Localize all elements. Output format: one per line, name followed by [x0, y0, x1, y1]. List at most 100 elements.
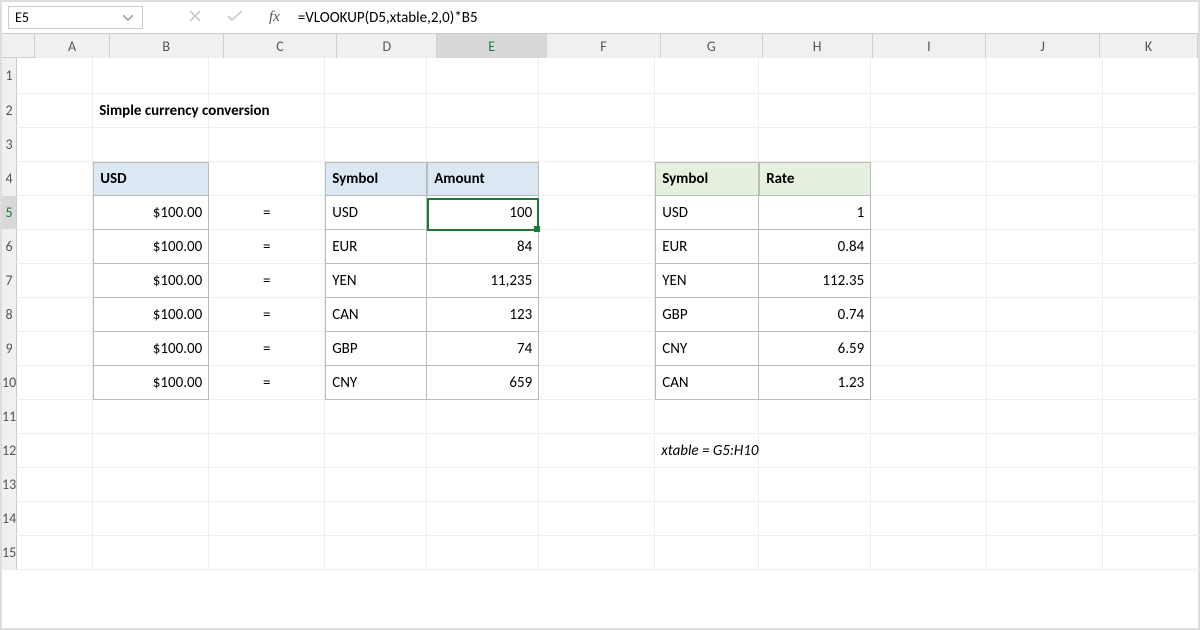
cell-J8[interactable] — [987, 298, 1103, 332]
row-header-7[interactable]: 7 — [2, 264, 17, 298]
cell-H14[interactable] — [759, 502, 871, 536]
row-header-2[interactable]: 2 — [2, 94, 17, 128]
cell-F13[interactable] — [539, 468, 655, 502]
cell-D13[interactable] — [325, 468, 427, 502]
cell-J14[interactable] — [987, 502, 1103, 536]
cell-A3[interactable] — [17, 128, 93, 162]
cell-A12[interactable] — [17, 434, 93, 468]
cell-I8[interactable] — [871, 298, 987, 332]
cell-J2[interactable] — [987, 94, 1103, 128]
cell-F10[interactable] — [539, 366, 655, 400]
cell-K14[interactable] — [1103, 502, 1200, 536]
cell-A13[interactable] — [17, 468, 93, 502]
cell-J1[interactable] — [987, 58, 1103, 94]
cells-area[interactable]: Simple currency conversion — [17, 58, 1200, 570]
cell-K8[interactable] — [1103, 298, 1200, 332]
cell-A8[interactable] — [17, 298, 93, 332]
row-header-9[interactable]: 9 — [2, 332, 17, 366]
cell-H3[interactable] — [759, 128, 871, 162]
conv-sym-6[interactable]: EUR — [325, 230, 427, 264]
cell-G11[interactable] — [655, 400, 759, 434]
col-header-F[interactable]: F — [547, 34, 661, 58]
cell-A9[interactable] — [17, 332, 93, 366]
cell-F15[interactable] — [539, 536, 655, 570]
rate-val-9[interactable]: 6.59 — [759, 332, 871, 366]
cell-J9[interactable] — [987, 332, 1103, 366]
cell-B14[interactable] — [93, 502, 209, 536]
rate-val-7[interactable]: 112.35 — [759, 264, 871, 298]
cell-K3[interactable] — [1103, 128, 1200, 162]
col-header-K[interactable]: K — [1100, 34, 1198, 58]
fx-icon[interactable]: fx — [269, 9, 280, 26]
cell-J13[interactable] — [987, 468, 1103, 502]
cell-J6[interactable] — [987, 230, 1103, 264]
row-header-8[interactable]: 8 — [2, 298, 17, 332]
cell-A10[interactable] — [17, 366, 93, 400]
cell-C2[interactable] — [209, 94, 325, 128]
chevron-down-icon[interactable] — [120, 10, 136, 26]
rate-val-8[interactable]: 0.74 — [759, 298, 871, 332]
row-header-1[interactable]: 1 — [2, 58, 17, 94]
equals-cell-7[interactable]: = — [209, 264, 325, 298]
cell-F5[interactable] — [539, 196, 655, 230]
rate-sym-7[interactable]: YEN — [655, 264, 759, 298]
usd-cell-10[interactable]: $100.00 — [93, 366, 209, 400]
cell-A7[interactable] — [17, 264, 93, 298]
cell-H15[interactable] — [759, 536, 871, 570]
cell-K5[interactable] — [1103, 196, 1200, 230]
cell-E11[interactable] — [427, 400, 539, 434]
name-box[interactable]: E5 — [8, 6, 143, 29]
enter-icon[interactable] — [227, 9, 243, 27]
cancel-icon[interactable] — [189, 9, 201, 27]
cell-G3[interactable] — [655, 128, 759, 162]
cell-A14[interactable] — [17, 502, 93, 536]
cell-H2[interactable] — [759, 94, 871, 128]
cell-C15[interactable] — [209, 536, 325, 570]
cell-J10[interactable] — [987, 366, 1103, 400]
cell-A5[interactable] — [17, 196, 93, 230]
col-header-G[interactable]: G — [661, 34, 763, 58]
rate-sym-6[interactable]: EUR — [655, 230, 759, 264]
rate-sym-10[interactable]: CAN — [655, 366, 759, 400]
equals-cell-8[interactable]: = — [209, 298, 325, 332]
conv-sym-5[interactable]: USD — [325, 196, 427, 230]
cell-K6[interactable] — [1103, 230, 1200, 264]
col-header-J[interactable]: J — [986, 34, 1100, 58]
cell-B12[interactable] — [93, 434, 209, 468]
cell-B11[interactable] — [93, 400, 209, 434]
cell-F2[interactable] — [539, 94, 655, 128]
usd-cell-7[interactable]: $100.00 — [93, 264, 209, 298]
cell-F3[interactable] — [539, 128, 655, 162]
rate-val-6[interactable]: 0.84 — [759, 230, 871, 264]
cell-I7[interactable] — [871, 264, 987, 298]
cell-G1[interactable] — [655, 58, 759, 94]
conv-sym-7[interactable]: YEN — [325, 264, 427, 298]
formula-input[interactable]: =VLOOKUP(D5,xtable,2,0)*B5 — [286, 2, 1198, 33]
cell-K13[interactable] — [1103, 468, 1200, 502]
cell-I1[interactable] — [871, 58, 987, 94]
cell-E1[interactable] — [427, 58, 539, 94]
cell-K11[interactable] — [1103, 400, 1200, 434]
cell-E2[interactable] — [427, 94, 539, 128]
conv-sym-9[interactable]: GBP — [325, 332, 427, 366]
cell-C4[interactable] — [209, 162, 325, 196]
row-header-13[interactable]: 13 — [2, 468, 17, 502]
cell-I3[interactable] — [871, 128, 987, 162]
cell-A15[interactable] — [17, 536, 93, 570]
cell-I13[interactable] — [871, 468, 987, 502]
cell-B3[interactable] — [93, 128, 209, 162]
cell-J4[interactable] — [987, 162, 1103, 196]
title-cell[interactable]: Simple currency conversion — [93, 94, 209, 128]
col-header-H[interactable]: H — [763, 34, 873, 58]
cell-A6[interactable] — [17, 230, 93, 264]
cell-K7[interactable] — [1103, 264, 1200, 298]
conv-header-symbol[interactable]: Symbol — [325, 162, 427, 196]
cell-B1[interactable] — [93, 58, 209, 94]
cell-F14[interactable] — [539, 502, 655, 536]
col-header-A[interactable]: A — [35, 34, 110, 58]
cell-K4[interactable] — [1103, 162, 1200, 196]
cell-F8[interactable] — [539, 298, 655, 332]
cell-H13[interactable] — [759, 468, 871, 502]
cell-D1[interactable] — [325, 58, 427, 94]
cell-I5[interactable] — [871, 196, 987, 230]
